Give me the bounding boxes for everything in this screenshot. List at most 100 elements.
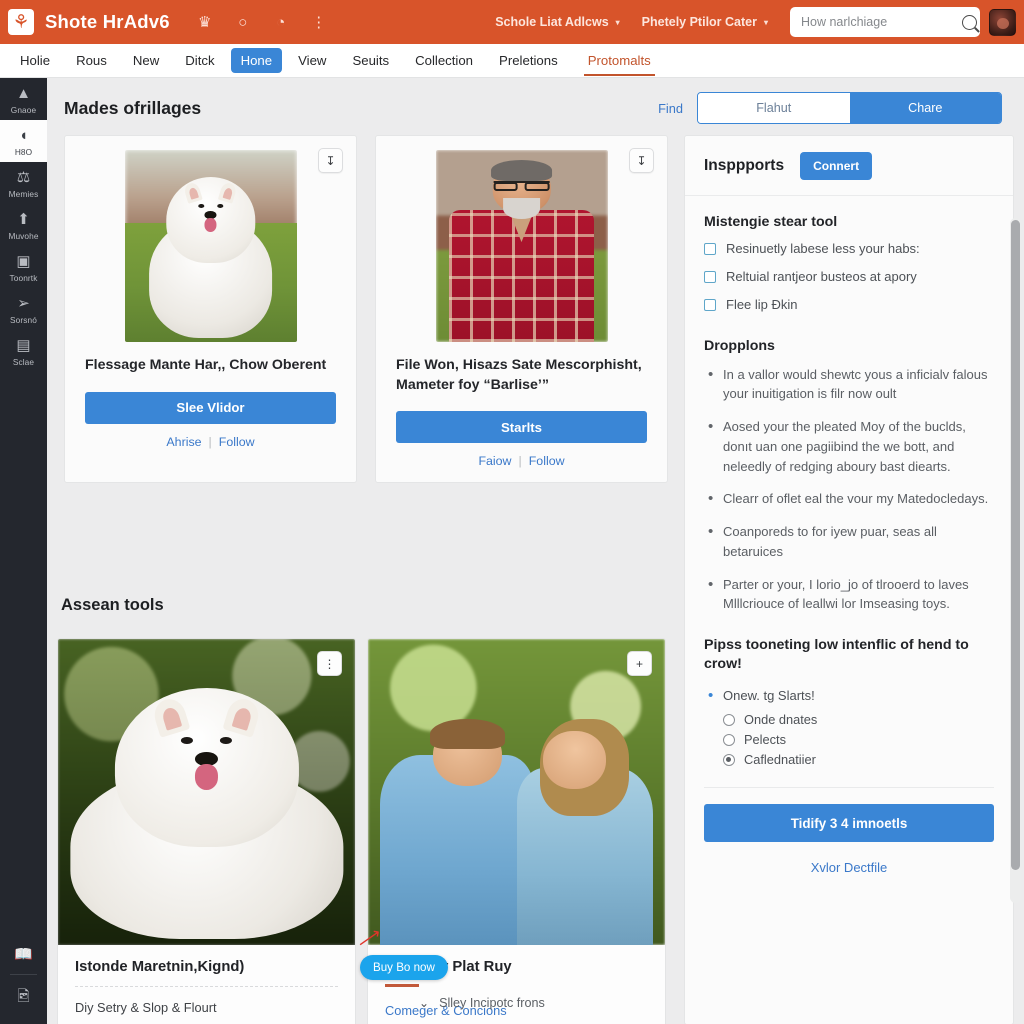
sidebar-item-label: H8O <box>14 147 33 157</box>
segment-flahut[interactable]: Flahut <box>698 93 850 123</box>
app-logo-icon[interactable]: ⚘ <box>8 9 34 35</box>
download-icon[interactable]: ↧ <box>318 148 343 173</box>
card-image <box>435 150 608 342</box>
card-title: File Won, Hisazs Sate Mescorphisht, Mame… <box>396 357 642 393</box>
checkbox-icon[interactable] <box>704 270 716 283</box>
book-open-icon: 📖 <box>14 946 33 963</box>
sidebar-item-book[interactable]: 📖 <box>0 939 47 968</box>
card-link-follow[interactable]: Follow <box>529 454 565 468</box>
main-canvas: Mades ofrillages Find Flahut Chare ↧ Fle… <box>47 78 1024 1024</box>
top-menu-schole-list[interactable]: Schole Liat Adlcws ▾ <box>495 15 619 29</box>
search-icon[interactable] <box>962 14 977 30</box>
pips-heading: Pipss tooneting low intenflic of hend to… <box>704 637 969 673</box>
nav-item-collection[interactable]: Collection <box>405 48 483 74</box>
couple-embracing-outdoors-photo <box>368 639 665 945</box>
top-menu-phetely-ptilor[interactable]: Phetely Ptilor Cater ▾ <box>642 15 768 29</box>
avatar[interactable] <box>989 8 1016 36</box>
checklist-item-label: Reltuial rantjeor busteos at apory <box>726 268 917 284</box>
nav-item-rous[interactable]: Rous <box>66 48 117 74</box>
checklist-item[interactable]: Resinuetly labese less your habs: <box>704 241 994 258</box>
sidebar-item-muvohe[interactable]: ⬆ Muvohe <box>0 204 47 246</box>
card-item[interactable]: ↧ Flessage Mante Har,, Chow Oberent Slee… <box>64 135 357 484</box>
more-vertical-icon[interactable]: ⋮ <box>317 651 342 676</box>
white-dog-closeup-tongue-out-photo <box>58 639 355 945</box>
more-vertical-icon[interactable]: ⋮ <box>310 13 328 31</box>
right-panel-footer-link[interactable]: Xvlor Dectfile <box>685 860 1013 875</box>
sidebar-item-label: Toonrtk <box>9 273 38 283</box>
nav-item-new[interactable]: New <box>123 48 169 74</box>
nav-item-view[interactable]: View <box>288 48 336 74</box>
right-panel-body: Mistengie stear tool Resinuetly labese l… <box>685 196 1013 767</box>
sidebar-item-toonrtk[interactable]: ▣ Toonrtk <box>0 246 47 288</box>
sidebar-item-sclae[interactable]: ▤ Sclae <box>0 330 47 372</box>
checklist-item[interactable]: Flee lip Ðkin <box>704 297 994 314</box>
sidebar-item-memies[interactable]: ⚖ Memies <box>0 162 47 204</box>
sidebar-item-sorsno[interactable]: ➢ Sorsnó <box>0 288 47 330</box>
checklist-item-label: Flee lip Ðkin <box>726 296 798 312</box>
scrollbar-thumb[interactable] <box>1011 220 1020 870</box>
card-link-ahrise[interactable]: Ahrise <box>166 435 201 449</box>
checkbox-icon[interactable] <box>704 298 716 311</box>
sidebar-item-image-file[interactable]: 🖻 <box>0 981 47 1010</box>
crown-icon[interactable]: ♛ <box>196 13 214 31</box>
find-link[interactable]: Find <box>658 101 683 116</box>
dog-ear-left <box>183 181 204 204</box>
card-primary-button[interactable]: Starlts <box>396 411 647 444</box>
dog-eye-right <box>220 737 233 745</box>
sidebar-item-label: Sorsnó <box>10 315 37 325</box>
left-sidebar-rail: ▲ Gnaoe ◖ H8O ⚖ Memies ⬆ Muvohe ▣ Toonrt… <box>0 78 47 1024</box>
card-link-follow[interactable]: Follow <box>219 435 255 449</box>
stamp-icon: ⚖ <box>16 169 31 186</box>
vertical-scrollbar[interactable] <box>1010 218 1021 903</box>
dog-tongue <box>194 764 219 790</box>
radio-option[interactable]: Pelects <box>723 732 994 747</box>
radio-icon[interactable] <box>723 713 735 726</box>
top-bar-right: Schole Liat Adlcws ▾ Phetely Ptilor Cate… <box>495 7 1024 37</box>
connect-button[interactable]: Connert <box>800 151 873 180</box>
man-beard <box>502 198 541 220</box>
radio-icon-selected[interactable] <box>723 753 735 766</box>
dog-head <box>114 687 299 848</box>
radio-option[interactable]: Onde dnates <box>723 712 994 727</box>
right-panel-cta-button[interactable]: Tidify 3 4 imnoetls <box>704 804 994 843</box>
card-item[interactable]: ↧ File Won, Hisazs Sate Mescorphisht, Ma… <box>375 135 668 484</box>
card-links: Ahrise | Follow <box>166 435 254 449</box>
page-header-actions: Find Flahut Chare <box>658 92 1002 124</box>
checkbox-icon[interactable] <box>704 243 716 255</box>
list-item: Coanporeds to for iyew puar, seas all be… <box>704 521 994 562</box>
window-icon: ▣ <box>16 253 31 270</box>
checklist-item-label: Resinuetly labese less your habs: <box>726 241 920 256</box>
clock-half-icon[interactable]: ◔ <box>272 13 290 31</box>
big-card-item[interactable]: ⋮ Istonde Maretnin,Kignd) Diy Setry & Sl… <box>57 638 356 1024</box>
nav-item-preletions[interactable]: Preletions <box>489 48 568 74</box>
sidebar-item-gnaoe[interactable]: ▲ Gnaoe <box>0 78 47 120</box>
nav-item-holie[interactable]: Holie <box>10 48 60 74</box>
accent-underline <box>385 984 419 987</box>
dog-eye-left <box>197 203 204 208</box>
white-dog-running-on-grass-photo <box>124 150 297 342</box>
big-card-image: + <box>368 639 665 945</box>
nav-item-seuits[interactable]: Seuits <box>342 48 399 74</box>
home-icon: ▲ <box>16 85 31 102</box>
right-panel-title: Insppports <box>704 156 785 174</box>
card-primary-button[interactable]: Slee Vlidor <box>85 391 336 424</box>
nav-item-protomalts[interactable]: Protomalts <box>578 48 661 77</box>
search-input[interactable] <box>801 15 962 29</box>
global-search[interactable] <box>790 7 980 37</box>
radio-option[interactable]: Caflednatiier <box>723 752 994 767</box>
radio-icon[interactable] <box>723 733 735 746</box>
checklist-item[interactable]: Reltuial rantjeor busteos at apory <box>704 269 994 286</box>
plus-icon[interactable]: + <box>627 651 652 676</box>
nav-item-hone[interactable]: Hone <box>230 47 283 74</box>
sidebar-item-label: Memies <box>8 189 39 199</box>
card-link-faiow[interactable]: Faiow <box>478 454 511 468</box>
nav-item-ditck[interactable]: Ditck <box>175 48 224 74</box>
sidebar-item-h8o[interactable]: ◖ H8O <box>0 120 47 162</box>
top-bar: ⚘ Shote HrAdv6 ♛ ○ ◔ ⋮ Schole Liat Adlcw… <box>0 0 1024 44</box>
buy-now-pill-button[interactable]: Buy Bo now <box>360 955 448 980</box>
segment-chare[interactable]: Chare <box>849 93 1001 123</box>
download-icon[interactable]: ↧ <box>629 148 654 173</box>
chevron-down-icon[interactable]: ⌄ <box>419 996 429 1010</box>
divider <box>75 986 338 987</box>
circle-icon[interactable]: ○ <box>234 13 252 31</box>
